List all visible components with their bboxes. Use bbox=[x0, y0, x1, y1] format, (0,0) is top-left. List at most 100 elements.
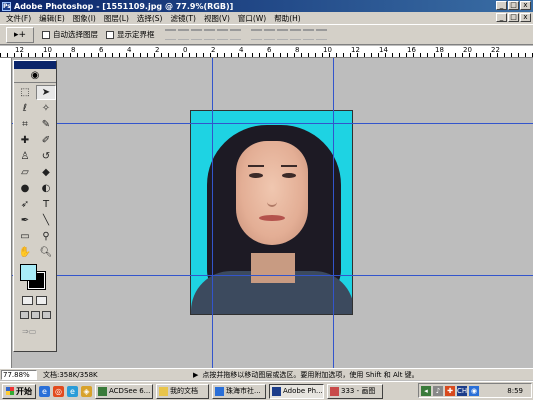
start-button[interactable]: 开始 bbox=[2, 383, 36, 399]
distribute-bottom-icon[interactable] bbox=[276, 29, 288, 40]
full-screen-menu-button[interactable] bbox=[31, 311, 40, 319]
horizontal-guide[interactable] bbox=[12, 275, 533, 276]
tray-app-icon[interactable]: ◉ bbox=[469, 385, 479, 396]
edit-mode-buttons bbox=[14, 296, 56, 305]
document-size[interactable]: 文档:358K/358K bbox=[43, 370, 193, 380]
doc-restore-button[interactable]: □ bbox=[508, 13, 519, 22]
menu-select[interactable]: 选择(S) bbox=[133, 13, 167, 24]
eraser-tool-icon[interactable]: ▱ bbox=[15, 165, 35, 180]
task-adobe-photoshop[interactable]: Adobe Ph... bbox=[269, 383, 324, 399]
tray-ime-icon[interactable]: CH bbox=[457, 385, 467, 396]
align-vertical-center-icon[interactable] bbox=[177, 29, 189, 40]
status-hint: 点按并拖移以移动图层或选区。要用附加选项，使用 Shift 和 Alt 键。 bbox=[202, 370, 419, 379]
crop-tool-icon[interactable]: ⌗ bbox=[15, 117, 35, 132]
quicklaunch-ie-icon[interactable]: e bbox=[67, 385, 78, 397]
jump-to-imageready-icon[interactable]: ⇒▭ bbox=[22, 327, 48, 337]
tray-network-icon[interactable]: ◂ bbox=[421, 385, 431, 396]
window-title: Adobe Photoshop - [1551109.jpg @ 77.9%(R… bbox=[14, 1, 234, 11]
blur-tool-icon[interactable]: ● bbox=[15, 181, 35, 196]
quicklaunch-desktop-icon[interactable]: e bbox=[39, 385, 50, 397]
show-bounding-box-checkbox[interactable] bbox=[106, 30, 114, 39]
tool-preset-picker[interactable]: ▸+ bbox=[6, 26, 34, 43]
menu-view[interactable]: 视图(V) bbox=[200, 13, 234, 24]
menu-help[interactable]: 帮助(H) bbox=[270, 13, 305, 24]
full-screen-button[interactable] bbox=[42, 311, 51, 319]
menu-layer[interactable]: 图层(L) bbox=[100, 13, 133, 24]
maximize-button[interactable]: □ bbox=[508, 1, 519, 10]
photoshop-app-icon[interactable]: Ps bbox=[2, 1, 11, 11]
status-arrow-icon[interactable]: ▶ bbox=[193, 371, 198, 379]
task-my-documents[interactable]: 我的文档 bbox=[156, 383, 209, 399]
standard-screen-button[interactable] bbox=[20, 311, 29, 319]
paint-bucket-icon[interactable]: ◆ bbox=[36, 165, 56, 180]
screen-mode-buttons bbox=[14, 311, 56, 319]
quicklaunch-browser-icon[interactable]: ◎ bbox=[53, 385, 64, 397]
distribute-left-icon[interactable] bbox=[289, 29, 301, 40]
doc-minimize-button[interactable]: _ bbox=[496, 13, 507, 22]
lasso-tool-icon[interactable]: ℓ bbox=[15, 101, 35, 116]
clone-stamp-icon[interactable]: ♙ bbox=[15, 149, 35, 164]
close-button[interactable]: x bbox=[520, 1, 531, 10]
task-acdsee[interactable]: ACDSee 6... bbox=[95, 383, 153, 399]
title-bar: Ps Adobe Photoshop - [1551109.jpg @ 77.9… bbox=[0, 0, 533, 12]
healing-brush-icon[interactable]: ✚ bbox=[15, 133, 35, 148]
zoom-field[interactable]: 77.88% bbox=[1, 369, 37, 380]
hand-tool-icon[interactable]: ✋ bbox=[15, 245, 35, 260]
zoom-tool-icon[interactable]: 🔍︎ bbox=[36, 245, 56, 260]
move-tool-icon[interactable]: ➤ bbox=[36, 85, 56, 100]
path-selection-icon[interactable]: ➶ bbox=[15, 197, 35, 212]
magic-wand-tool-icon[interactable]: ✧ bbox=[36, 101, 56, 116]
brush-tool-icon[interactable]: ✐ bbox=[36, 133, 56, 148]
photoshop-eye-icon[interactable]: ◉ bbox=[14, 69, 56, 83]
color-swatches bbox=[14, 264, 56, 292]
show-bounding-box-option[interactable]: 显示定界框 bbox=[106, 29, 155, 40]
document-canvas[interactable] bbox=[190, 110, 353, 315]
slice-tool-icon[interactable]: ✎ bbox=[36, 117, 56, 132]
auto-select-layer-checkbox[interactable] bbox=[42, 30, 50, 39]
horizontal-ruler[interactable]: 12 10 8 6 4 2 0 2 4 6 8 10 12 14 16 18 2… bbox=[0, 46, 533, 58]
foreground-color-swatch[interactable] bbox=[20, 264, 37, 281]
menu-edit[interactable]: 编辑(E) bbox=[35, 13, 69, 24]
type-tool-icon[interactable]: T bbox=[36, 197, 56, 212]
vertical-guide[interactable] bbox=[333, 58, 334, 368]
vertical-ruler[interactable] bbox=[0, 58, 12, 368]
task-zhuhai-social[interactable]: 珠海市社... bbox=[212, 383, 266, 399]
quicklaunch-media-icon[interactable]: ◈ bbox=[81, 385, 92, 397]
auto-select-layer-label: 自动选择图层 bbox=[53, 30, 98, 39]
task-paint[interactable]: 333 - 画图 bbox=[327, 383, 383, 399]
align-left-icon[interactable] bbox=[203, 29, 215, 40]
standard-mode-button[interactable] bbox=[22, 296, 33, 305]
minimize-button[interactable]: _ bbox=[496, 1, 507, 10]
quick-mask-mode-button[interactable] bbox=[36, 296, 47, 305]
vertical-guide[interactable] bbox=[212, 58, 213, 368]
pen-tool-icon[interactable]: ✒ bbox=[15, 213, 35, 228]
auto-select-layer-option[interactable]: 自动选择图层 bbox=[42, 29, 98, 40]
doc-close-button[interactable]: x bbox=[520, 13, 531, 22]
distribute-center-icon[interactable] bbox=[263, 29, 275, 40]
horizontal-guide[interactable] bbox=[12, 123, 533, 124]
eyedropper-tool-icon[interactable]: ⚲ bbox=[36, 229, 56, 244]
distribute-right-icon[interactable] bbox=[315, 29, 327, 40]
align-top-icon[interactable] bbox=[164, 29, 176, 40]
photo-left-brow bbox=[248, 165, 264, 167]
notes-tool-icon[interactable]: ▭ bbox=[15, 229, 35, 244]
clock[interactable]: 8:59 bbox=[507, 387, 523, 395]
dodge-tool-icon[interactable]: ◐ bbox=[36, 181, 56, 196]
marquee-tool-icon[interactable]: ⬚ bbox=[15, 85, 35, 100]
menu-window[interactable]: 窗口(W) bbox=[234, 13, 270, 24]
tray-antivirus-icon[interactable]: ✚ bbox=[445, 385, 455, 396]
align-right-icon[interactable] bbox=[229, 29, 241, 40]
line-tool-icon[interactable]: ╲ bbox=[36, 213, 56, 228]
menu-image[interactable]: 图象(I) bbox=[69, 13, 100, 24]
window-controls: _ □ x bbox=[496, 1, 531, 10]
menu-filter[interactable]: 滤镜(T) bbox=[167, 13, 200, 24]
toolbox-titlebar[interactable] bbox=[14, 61, 56, 69]
align-horizontal-center-icon[interactable] bbox=[216, 29, 228, 40]
distribute-top-icon[interactable] bbox=[250, 29, 262, 40]
distribute-hcenter-icon[interactable] bbox=[302, 29, 314, 40]
menu-file[interactable]: 文件(F) bbox=[2, 13, 35, 24]
history-brush-icon[interactable]: ↺ bbox=[36, 149, 56, 164]
tray-volume-icon[interactable]: ♪ bbox=[433, 385, 443, 396]
align-bottom-icon[interactable] bbox=[190, 29, 202, 40]
status-bar: 77.88% 文档:358K/358K ▶ 点按并拖移以移动图层或选区。要用附加… bbox=[0, 368, 533, 380]
